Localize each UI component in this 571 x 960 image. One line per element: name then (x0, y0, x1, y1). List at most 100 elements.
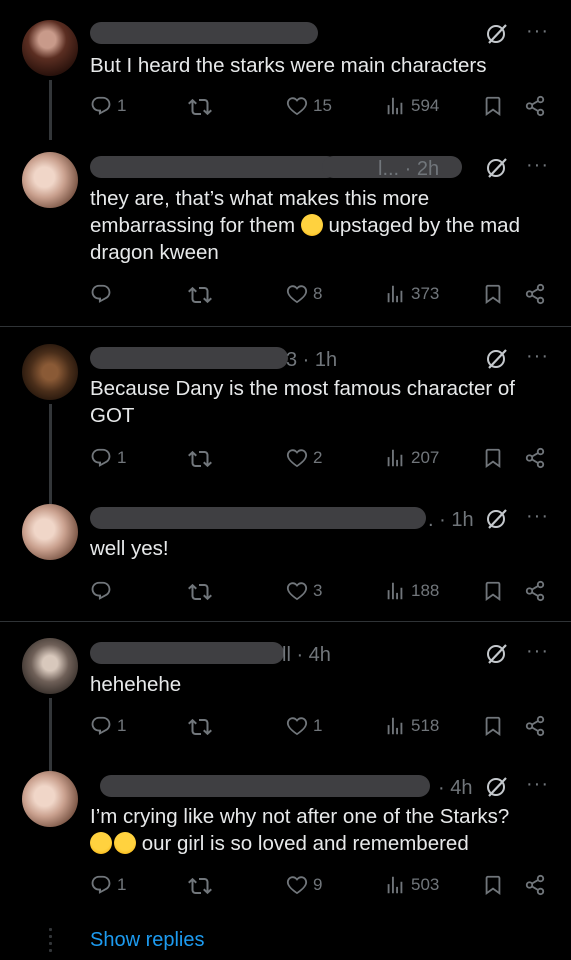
grok-icon[interactable] (485, 347, 509, 371)
bookmark-icon (482, 580, 504, 602)
retweet-button[interactable] (188, 715, 212, 739)
tweet-actions: 1 2 207 (90, 447, 549, 477)
tweet-time[interactable]: · 4h (438, 777, 472, 800)
views-button[interactable]: 207 (384, 447, 439, 469)
bookmark-button[interactable] (482, 447, 504, 469)
reply-button[interactable]: 1 (90, 715, 126, 737)
retweet-icon (188, 580, 212, 604)
reply-icon (90, 283, 112, 305)
bookmark-button[interactable] (482, 874, 504, 896)
grok-icon[interactable] (485, 507, 509, 531)
avatar[interactable] (22, 504, 78, 560)
share-icon (524, 715, 546, 737)
retweet-icon (188, 95, 212, 119)
reply-button[interactable]: 1 (90, 95, 126, 117)
tweet-time[interactable]: . · 1h (428, 509, 474, 532)
show-replies-link[interactable]: Show replies (90, 929, 205, 952)
more-icon[interactable]: ··· (526, 773, 549, 796)
views-button[interactable]: 373 (384, 283, 439, 305)
grok-icon[interactable] (485, 642, 509, 666)
tweet-2[interactable]: l... · 2h ··· they are, that’s what make… (0, 140, 571, 326)
redacted-author (90, 347, 288, 369)
tweet-text: hehehehe (90, 673, 182, 696)
retweet-icon (188, 283, 212, 307)
bookmark-button[interactable] (482, 283, 504, 305)
avatar[interactable] (22, 20, 78, 76)
views-icon (384, 447, 406, 469)
retweet-button[interactable] (188, 874, 212, 898)
share-icon (524, 580, 546, 602)
like-button[interactable]: 2 (286, 447, 322, 469)
tweet-header: ··· (90, 20, 549, 50)
bookmark-button[interactable] (482, 95, 504, 117)
tweet-text: Because Dany is the most famous characte… (90, 377, 516, 427)
retweet-button[interactable] (188, 283, 212, 307)
share-button[interactable] (524, 580, 546, 602)
reply-icon (90, 580, 112, 602)
share-button[interactable] (524, 95, 546, 117)
tweet-text: well yes! (90, 537, 169, 560)
avatar[interactable] (22, 152, 78, 208)
retweet-button[interactable] (188, 95, 212, 119)
more-icon[interactable]: ··· (526, 345, 549, 368)
tweet-actions: 8 373 (90, 283, 549, 313)
share-button[interactable] (524, 874, 546, 896)
retweet-icon (188, 447, 212, 471)
retweet-button[interactable] (188, 447, 212, 471)
reply-button[interactable] (90, 283, 112, 305)
tweet-time[interactable]: l... · 2h (378, 158, 439, 181)
share-icon (524, 95, 546, 117)
avatar[interactable] (22, 344, 78, 400)
loudly-crying-face-icon (114, 832, 136, 854)
more-icon[interactable]: ··· (526, 154, 549, 177)
reply-icon (90, 95, 112, 117)
redacted-author (90, 22, 318, 44)
tweet-6[interactable]: · 4h ··· I’m crying like why not after o… (0, 756, 571, 916)
bookmark-icon (482, 95, 504, 117)
more-icon[interactable]: ··· (526, 20, 549, 43)
views-icon (384, 95, 406, 117)
grok-icon[interactable] (485, 156, 509, 180)
tweet-time[interactable]: 3 · 1h (286, 349, 337, 372)
thread-dots (49, 928, 52, 956)
share-icon (524, 447, 546, 469)
avatar[interactable] (22, 638, 78, 694)
retweet-button[interactable] (188, 580, 212, 604)
like-button[interactable]: 1 (286, 715, 322, 737)
grok-icon[interactable] (485, 22, 509, 46)
tweet-time[interactable]: ll · 4h (282, 644, 331, 667)
redacted-author (90, 642, 284, 664)
reply-icon (90, 715, 112, 737)
views-button[interactable]: 503 (384, 874, 439, 896)
like-button[interactable]: 3 (286, 580, 322, 602)
bookmark-icon (482, 715, 504, 737)
like-button[interactable]: 8 (286, 283, 322, 305)
reply-button[interactable] (90, 580, 112, 602)
tweet-5[interactable]: ll · 4h ··· hehehehe 1 1 518 (0, 622, 571, 780)
reply-button[interactable]: 1 (90, 874, 126, 896)
tweet-4[interactable]: . · 1h ··· well yes! 3 188 (0, 487, 571, 621)
reply-icon (90, 874, 112, 896)
share-button[interactable] (524, 715, 546, 737)
views-button[interactable]: 188 (384, 580, 439, 602)
views-button[interactable]: 518 (384, 715, 439, 737)
tweet-3[interactable]: 3 · 1h ··· Because Dany is the most famo… (0, 327, 571, 504)
tweet-actions: 1 15 594 (90, 95, 549, 125)
bookmark-button[interactable] (482, 580, 504, 602)
share-button[interactable] (524, 283, 546, 305)
redacted-author (90, 156, 338, 178)
more-icon[interactable]: ··· (526, 640, 549, 663)
more-icon[interactable]: ··· (526, 505, 549, 528)
views-button[interactable]: 594 (384, 95, 439, 117)
avatar[interactable] (22, 771, 78, 827)
like-button[interactable]: 15 (286, 95, 332, 117)
reply-icon (90, 447, 112, 469)
tweet-1[interactable]: ··· But I heard the starks were main cha… (0, 0, 571, 140)
reply-button[interactable]: 1 (90, 447, 126, 469)
share-button[interactable] (524, 447, 546, 469)
like-button[interactable]: 9 (286, 874, 322, 896)
bookmark-button[interactable] (482, 715, 504, 737)
tweet-text: But I heard the starks were main charact… (90, 54, 487, 77)
bookmark-icon (482, 447, 504, 469)
grok-icon[interactable] (485, 775, 509, 799)
